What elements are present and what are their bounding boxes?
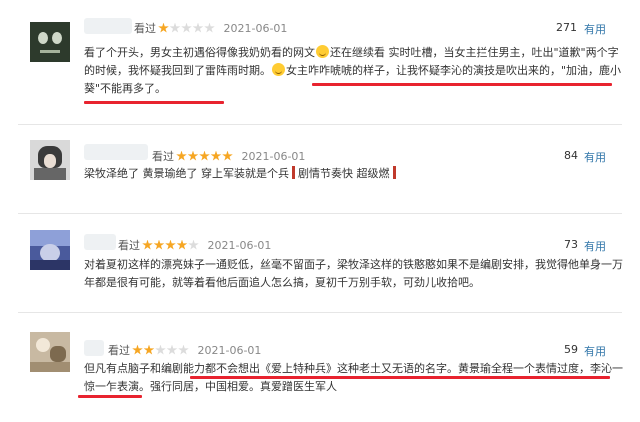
useful-count: 271 <box>556 21 577 34</box>
useful-count: 73 <box>564 238 578 251</box>
star-rating <box>158 22 216 34</box>
username[interactable] <box>84 340 104 356</box>
divider <box>18 312 622 313</box>
star-icon <box>204 22 215 33</box>
star-icon <box>169 22 181 33</box>
avatar[interactable] <box>30 230 70 270</box>
star-icon <box>143 344 155 355</box>
watched-label: 看过 <box>152 150 174 163</box>
review-text: 看了个开头，男女主初遇俗得像我奶奶看的网文 还在继续看 实时吐槽，当女主拦住男主，… <box>84 44 624 98</box>
username[interactable] <box>84 144 148 160</box>
review-meta: 看过 2021-06-01 <box>152 148 305 164</box>
review-date: 2021-06-01 <box>207 238 272 252</box>
username[interactable] <box>84 234 116 250</box>
useful-count: 84 <box>564 149 578 162</box>
review-meta: 看过 2021-06-01 <box>134 20 287 36</box>
star-icon <box>188 239 199 250</box>
review-date: 2021-06-01 <box>197 343 262 357</box>
review-meta: 看过 2021-06-01 <box>118 237 271 253</box>
highlight-underline <box>190 376 610 379</box>
star-icon <box>176 239 188 250</box>
review-text-part: 剧情节奏快 超级燃 <box>298 167 390 180</box>
divider <box>18 213 622 214</box>
star-icon <box>222 150 233 161</box>
bar-emoji-icon <box>392 166 396 179</box>
highlight-underline <box>84 101 224 104</box>
star-rating <box>142 239 200 251</box>
useful-button[interactable]: 有用 <box>584 343 606 359</box>
review-text-part: 看了个开头，男女主初遇俗得像我奶奶看的网文 <box>84 46 315 59</box>
useful-button[interactable]: 有用 <box>584 21 606 37</box>
laugh-emoji-icon <box>272 63 285 76</box>
star-icon <box>210 150 222 161</box>
star-icon <box>166 344 178 355</box>
star-icon <box>199 150 210 161</box>
watched-label: 看过 <box>108 344 130 357</box>
star-icon <box>165 239 176 250</box>
watched-label: 看过 <box>134 22 156 35</box>
star-icon <box>142 239 153 250</box>
useful-button[interactable]: 有用 <box>584 149 606 165</box>
highlight-underline <box>312 83 612 86</box>
star-icon <box>192 22 204 33</box>
bar-emoji-icon <box>292 166 295 179</box>
divider <box>18 124 622 125</box>
avatar[interactable] <box>30 140 70 180</box>
star-icon <box>158 22 169 33</box>
review-date: 2021-06-01 <box>241 149 306 163</box>
avatar[interactable] <box>30 332 70 372</box>
highlight-underline <box>78 395 142 398</box>
star-icon <box>132 344 143 355</box>
useful-count: 59 <box>564 343 578 356</box>
review-text-part: 梁牧泽绝了 黄景瑜绝了 穿上军装就是个兵 <box>84 167 289 180</box>
star-icon <box>187 150 199 161</box>
star-icon <box>178 344 189 355</box>
laugh-emoji-icon <box>316 45 329 58</box>
watched-label: 看过 <box>118 239 140 252</box>
star-icon <box>176 150 187 161</box>
star-rating <box>176 150 234 162</box>
username[interactable] <box>84 18 132 34</box>
avatar[interactable] <box>30 22 70 62</box>
star-icon <box>155 344 166 355</box>
review-meta: 看过 2021-06-01 <box>108 342 261 358</box>
review-text: 梁牧泽绝了 黄景瑜绝了 穿上军装就是个兵 剧情节奏快 超级燃 <box>84 165 624 183</box>
review-text: 对着夏初这样的漂亮妹子一通贬低，丝毫不留面子，梁牧泽这样的铁憨憨如果不是编剧安排… <box>84 258 623 289</box>
star-rating <box>132 344 190 356</box>
star-icon <box>153 239 165 250</box>
star-icon <box>181 22 192 33</box>
useful-button[interactable]: 有用 <box>584 238 606 254</box>
review-date: 2021-06-01 <box>223 21 288 35</box>
